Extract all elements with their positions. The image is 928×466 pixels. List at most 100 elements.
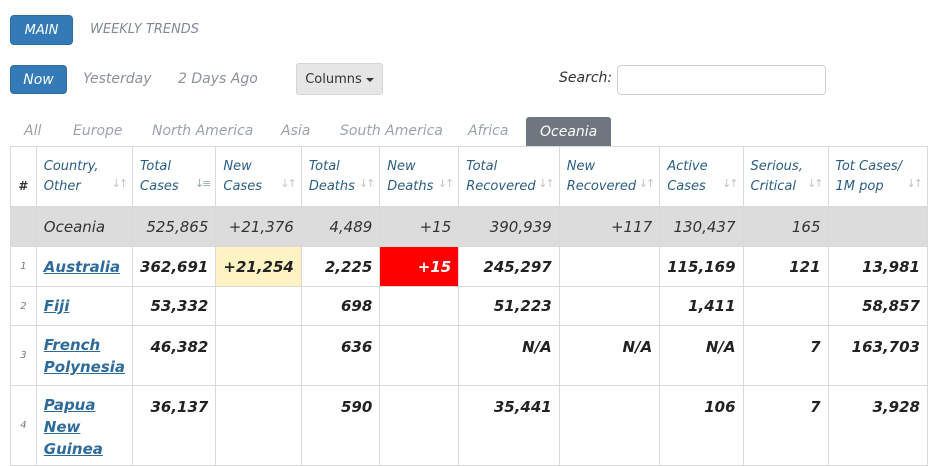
search-input[interactable] bbox=[617, 65, 826, 95]
region-tab-asia[interactable]: Asia bbox=[281, 123, 310, 139]
sort-icon: ↓↑ bbox=[280, 177, 297, 190]
per-million-cell: 13,981 bbox=[827, 246, 928, 287]
sort-icon: ↓↑ bbox=[111, 177, 129, 190]
new-recovered-cell bbox=[558, 246, 661, 287]
countries-table: # Country, Other ↓↑ Total Cases ↓≡ New Cases ↓… bbox=[10, 146, 928, 466]
tab-main[interactable]: MAIN bbox=[10, 15, 73, 45]
header-serious-critical[interactable]: Serious, Critical ↓↑ bbox=[742, 146, 829, 207]
total-deaths-cell: 590 bbox=[300, 385, 381, 466]
new-deaths-cell bbox=[379, 385, 460, 466]
new-cases-cell: +21,254 bbox=[215, 246, 302, 287]
total-cases-cell: 46,382 bbox=[132, 325, 217, 386]
search-label: Search: bbox=[559, 70, 613, 86]
total-recovered-cell: 51,223 bbox=[458, 286, 560, 326]
two-days-ago-link[interactable]: 2 Days Ago bbox=[178, 71, 258, 87]
sort-icon: ↓↑ bbox=[437, 177, 455, 190]
header-rank: # bbox=[10, 146, 37, 207]
region-tab-oceania[interactable]: Oceania bbox=[526, 117, 612, 147]
new-deaths-cell bbox=[379, 325, 460, 386]
country-cell: Fiji bbox=[35, 286, 134, 326]
total-region-name: Oceania bbox=[35, 206, 134, 247]
table-row: 2 Fiji 53,332 698 51,223 1,411 58,857 bbox=[10, 286, 928, 326]
total-recovered-cell: 390,939 bbox=[458, 206, 560, 247]
sort-icon: ↓↑ bbox=[906, 177, 924, 190]
total-new-deaths-cell: +15 bbox=[379, 206, 460, 247]
total-recovered-cell: N/A bbox=[458, 325, 560, 386]
serious-cell: 7 bbox=[742, 385, 829, 466]
new-deaths-cell: +15 bbox=[379, 246, 460, 287]
region-tab-europe[interactable]: Europe bbox=[73, 123, 123, 139]
total-recovered-cell: 35,441 bbox=[458, 385, 560, 466]
rank-cell: 2 bbox=[10, 286, 37, 326]
header-new-cases[interactable]: New Cases ↓↑ bbox=[215, 146, 302, 207]
region-tab-africa[interactable]: Africa bbox=[468, 123, 508, 139]
region-tab-north-america[interactable]: North America bbox=[152, 123, 253, 139]
table-row: 3 French Polynesia 46,382 636 N/A N/A N/A… bbox=[10, 325, 928, 386]
country-link[interactable]: Fiji bbox=[44, 297, 70, 315]
total-new-recovered-cell: +117 bbox=[558, 206, 661, 247]
new-cases-cell bbox=[215, 286, 302, 326]
new-cases-cell bbox=[215, 325, 302, 386]
sort-desc-icon: ↓≡ bbox=[194, 177, 212, 190]
per-million-cell: 58,857 bbox=[827, 286, 928, 326]
table-row: 1 Australia 362,691 +21,254 2,225 +15 24… bbox=[10, 246, 928, 287]
total-deaths-cell: 698 bbox=[300, 286, 381, 326]
header-active-cases[interactable]: Active Cases ↓↑ bbox=[659, 146, 744, 207]
header-new-recovered[interactable]: New Recovered ↓↑ bbox=[558, 146, 661, 207]
serious-cell: 121 bbox=[742, 246, 829, 287]
sort-icon: ↓↑ bbox=[358, 177, 376, 190]
country-cell: Australia bbox=[35, 246, 134, 287]
sort-icon: ↓↑ bbox=[538, 177, 555, 190]
total-active-cell: 130,437 bbox=[659, 206, 744, 247]
country-link[interactable]: French Polynesia bbox=[44, 336, 125, 376]
new-cases-cell bbox=[215, 385, 302, 466]
active-cases-cell: N/A bbox=[659, 325, 744, 386]
header-total-cases[interactable]: Total Cases ↓≡ bbox=[132, 146, 217, 207]
active-cases-cell: 115,169 bbox=[659, 246, 744, 287]
per-million-cell: 163,703 bbox=[827, 325, 928, 386]
total-deaths-cell: 2,225 bbox=[300, 246, 381, 287]
country-cell: French Polynesia bbox=[35, 325, 134, 386]
rank-cell: 4 bbox=[10, 385, 37, 466]
total-cases-cell: 53,332 bbox=[132, 286, 217, 326]
sort-icon: ↓↑ bbox=[638, 177, 656, 190]
active-cases-cell: 1,411 bbox=[659, 286, 744, 326]
new-recovered-cell bbox=[558, 385, 661, 466]
columns-label: Columns bbox=[305, 71, 362, 87]
total-recovered-cell: 245,297 bbox=[458, 246, 560, 287]
caret-down-icon bbox=[365, 78, 374, 82]
header-tot-cases-per-million[interactable]: Tot Cases/1M pop ↓↑ bbox=[827, 146, 928, 207]
table-total-row: Oceania 525,865 +21,376 4,489 +15 390,93… bbox=[10, 206, 928, 247]
sort-icon: ↓↑ bbox=[722, 177, 739, 190]
country-cell: Papua New Guinea bbox=[35, 385, 134, 466]
total-new-cases-cell: +21,376 bbox=[215, 206, 302, 247]
yesterday-link[interactable]: Yesterday bbox=[83, 71, 152, 87]
new-recovered-cell bbox=[558, 286, 661, 326]
table-header-row: # Country, Other ↓↑ Total Cases ↓≡ New Cases ↓… bbox=[10, 146, 928, 207]
new-recovered-cell: N/A bbox=[558, 325, 661, 386]
region-tab-all[interactable]: All bbox=[24, 123, 41, 139]
header-country[interactable]: Country, Other ↓↑ bbox=[35, 146, 134, 207]
country-link[interactable]: Papua New Guinea bbox=[44, 396, 103, 458]
total-deaths-cell: 4,489 bbox=[300, 206, 381, 247]
serious-cell bbox=[742, 286, 829, 326]
total-cases-cell: 36,137 bbox=[132, 385, 217, 466]
total-per-million-cell bbox=[827, 206, 928, 247]
table-row: 4 Papua New Guinea 36,137 590 35,441 106 7… bbox=[10, 385, 928, 466]
total-serious-cell: 165 bbox=[742, 206, 829, 247]
serious-cell: 7 bbox=[742, 325, 829, 386]
country-link[interactable]: Australia bbox=[44, 258, 120, 276]
total-deaths-cell: 636 bbox=[300, 325, 381, 386]
rank-cell: 3 bbox=[10, 325, 37, 386]
header-new-deaths[interactable]: New Deaths ↓↑ bbox=[379, 146, 460, 207]
per-million-cell: 3,928 bbox=[827, 385, 928, 466]
now-button[interactable]: Now bbox=[10, 65, 67, 94]
columns-button[interactable]: Columns bbox=[296, 63, 383, 95]
region-tab-south-america[interactable]: South America bbox=[340, 123, 443, 139]
header-total-recovered[interactable]: Total Recovered ↓↑ bbox=[458, 146, 560, 207]
sort-icon: ↓↑ bbox=[807, 177, 824, 190]
total-rank bbox=[10, 206, 37, 247]
tab-weekly-trends[interactable]: WEEKLY TRENDS bbox=[90, 22, 199, 37]
header-total-deaths[interactable]: Total Deaths ↓↑ bbox=[300, 146, 381, 207]
active-cases-cell: 106 bbox=[659, 385, 744, 466]
